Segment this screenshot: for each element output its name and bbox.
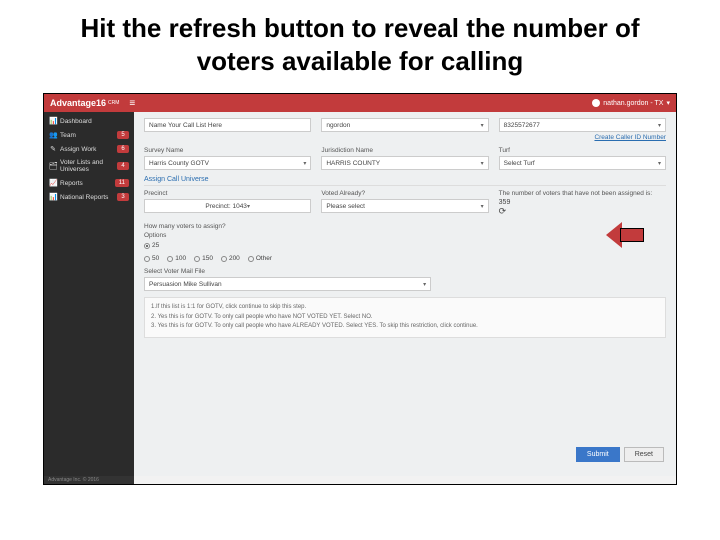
survey-select[interactable]: Harris County GOTV [144,156,311,170]
radio-25[interactable]: 25 [144,242,159,249]
jurisdiction-select[interactable]: HARRIS COUNTY [321,156,488,170]
sidebar: 📊Dashboard 👥Team 5 ✎Assign Work 6 🗂Voter… [44,112,134,476]
main-content: Name Your Call List Here ngordon 8325572… [134,112,676,476]
assign-icon: ✎ [49,145,57,153]
assign-badge: 6 [117,145,129,153]
assign-25-row: 25 [144,242,666,249]
chevron-down-icon: ▾ [666,99,670,107]
assign-universe-title: Assign Call Universe [144,176,666,186]
survey-label: Survey Name [144,147,311,154]
team-icon: 👥 [49,131,57,139]
refresh-icon[interactable]: ⟳ [499,206,507,217]
radio-150[interactable]: 150 [194,255,213,262]
user-icon [592,99,600,107]
caller-id-select[interactable]: 8325572677 [499,118,666,132]
mail-file-select[interactable]: Persuasion Mike Sullivan [144,277,431,291]
radio-dot-icon [144,256,150,262]
how-many-label: How many voters to assign? [144,223,666,230]
reports-badge: 11 [115,179,129,187]
unassigned-label: The number of voters that have not been … [499,190,666,197]
brand-logo: Advantage16 [50,98,106,108]
options-label: Options [144,232,666,239]
national-badge: 3 [117,193,129,201]
jurisdiction-label: Jurisdiction Name [321,147,488,154]
radio-dot-icon [221,256,227,262]
menu-toggle-icon[interactable]: ≡ [129,98,135,109]
radio-100[interactable]: 100 [167,255,186,262]
radio-other[interactable]: Other [248,255,272,262]
unassigned-count: 359 [499,199,666,206]
radio-dot-icon [144,243,150,249]
sidebar-item-reports[interactable]: 📈Reports 11 [44,176,134,190]
list-name-input[interactable]: Name Your Call List Here [144,118,311,132]
submit-button[interactable]: Submit [576,447,620,462]
reports-icon: 📈 [49,179,57,187]
sidebar-item-assign-work[interactable]: ✎Assign Work 6 [44,142,134,156]
radio-50[interactable]: 50 [144,255,159,262]
user-name: nathan.gordon - TX [603,100,663,107]
slide-title: Hit the refresh button to reveal the num… [0,0,720,93]
lists-icon: 🗂 [49,162,57,170]
turf-label: Turf [499,147,666,154]
info-line-2: 2. Yes this is for GOTV. To only call pe… [151,313,659,323]
reset-button[interactable]: Reset [624,447,664,462]
precinct-select[interactable]: Precinct: 1043 [144,199,311,213]
dashboard-icon: 📊 [49,117,57,125]
sidebar-item-team[interactable]: 👥Team 5 [44,128,134,142]
voted-select[interactable]: Please select [321,199,488,213]
turf-select[interactable]: Select Turf [499,156,666,170]
voted-label: Voted Already? [321,190,488,197]
national-icon: 📊 [49,193,57,201]
brand-sub: CRM [108,100,119,106]
info-box: 1.If this list is 1:1 for GOTV, click co… [144,297,666,338]
assign-options-row: 50 100 150 200 Other [144,255,666,262]
team-badge: 5 [117,131,129,139]
topbar: Advantage16 CRM ≡ nathan.gordon - TX ▾ [44,94,676,112]
list-owner-select[interactable]: ngordon [321,118,488,132]
copyright: Advantage Inc. © 2016 [44,476,134,484]
create-caller-id-link[interactable]: Create Caller ID Number [594,134,666,141]
precinct-label: Precinct [144,190,311,197]
radio-dot-icon [248,256,254,262]
sidebar-item-national-reports[interactable]: 📊National Reports 3 [44,190,134,204]
sidebar-item-voter-lists[interactable]: 🗂Voter Lists and Universes 4 [44,156,134,176]
lists-badge: 4 [117,162,129,170]
radio-dot-icon [194,256,200,262]
mail-file-label: Select Voter Mail File [144,268,666,275]
radio-dot-icon [167,256,173,262]
user-menu[interactable]: nathan.gordon - TX ▾ [592,99,670,107]
radio-200[interactable]: 200 [221,255,240,262]
sidebar-item-dashboard[interactable]: 📊Dashboard [44,114,134,128]
info-line-3: 3. Yes this is for GOTV. To only call pe… [151,322,659,332]
info-line-1: 1.If this list is 1:1 for GOTV, click co… [151,303,659,313]
app-window: Advantage16 CRM ≡ nathan.gordon - TX ▾ 📊… [43,93,677,485]
